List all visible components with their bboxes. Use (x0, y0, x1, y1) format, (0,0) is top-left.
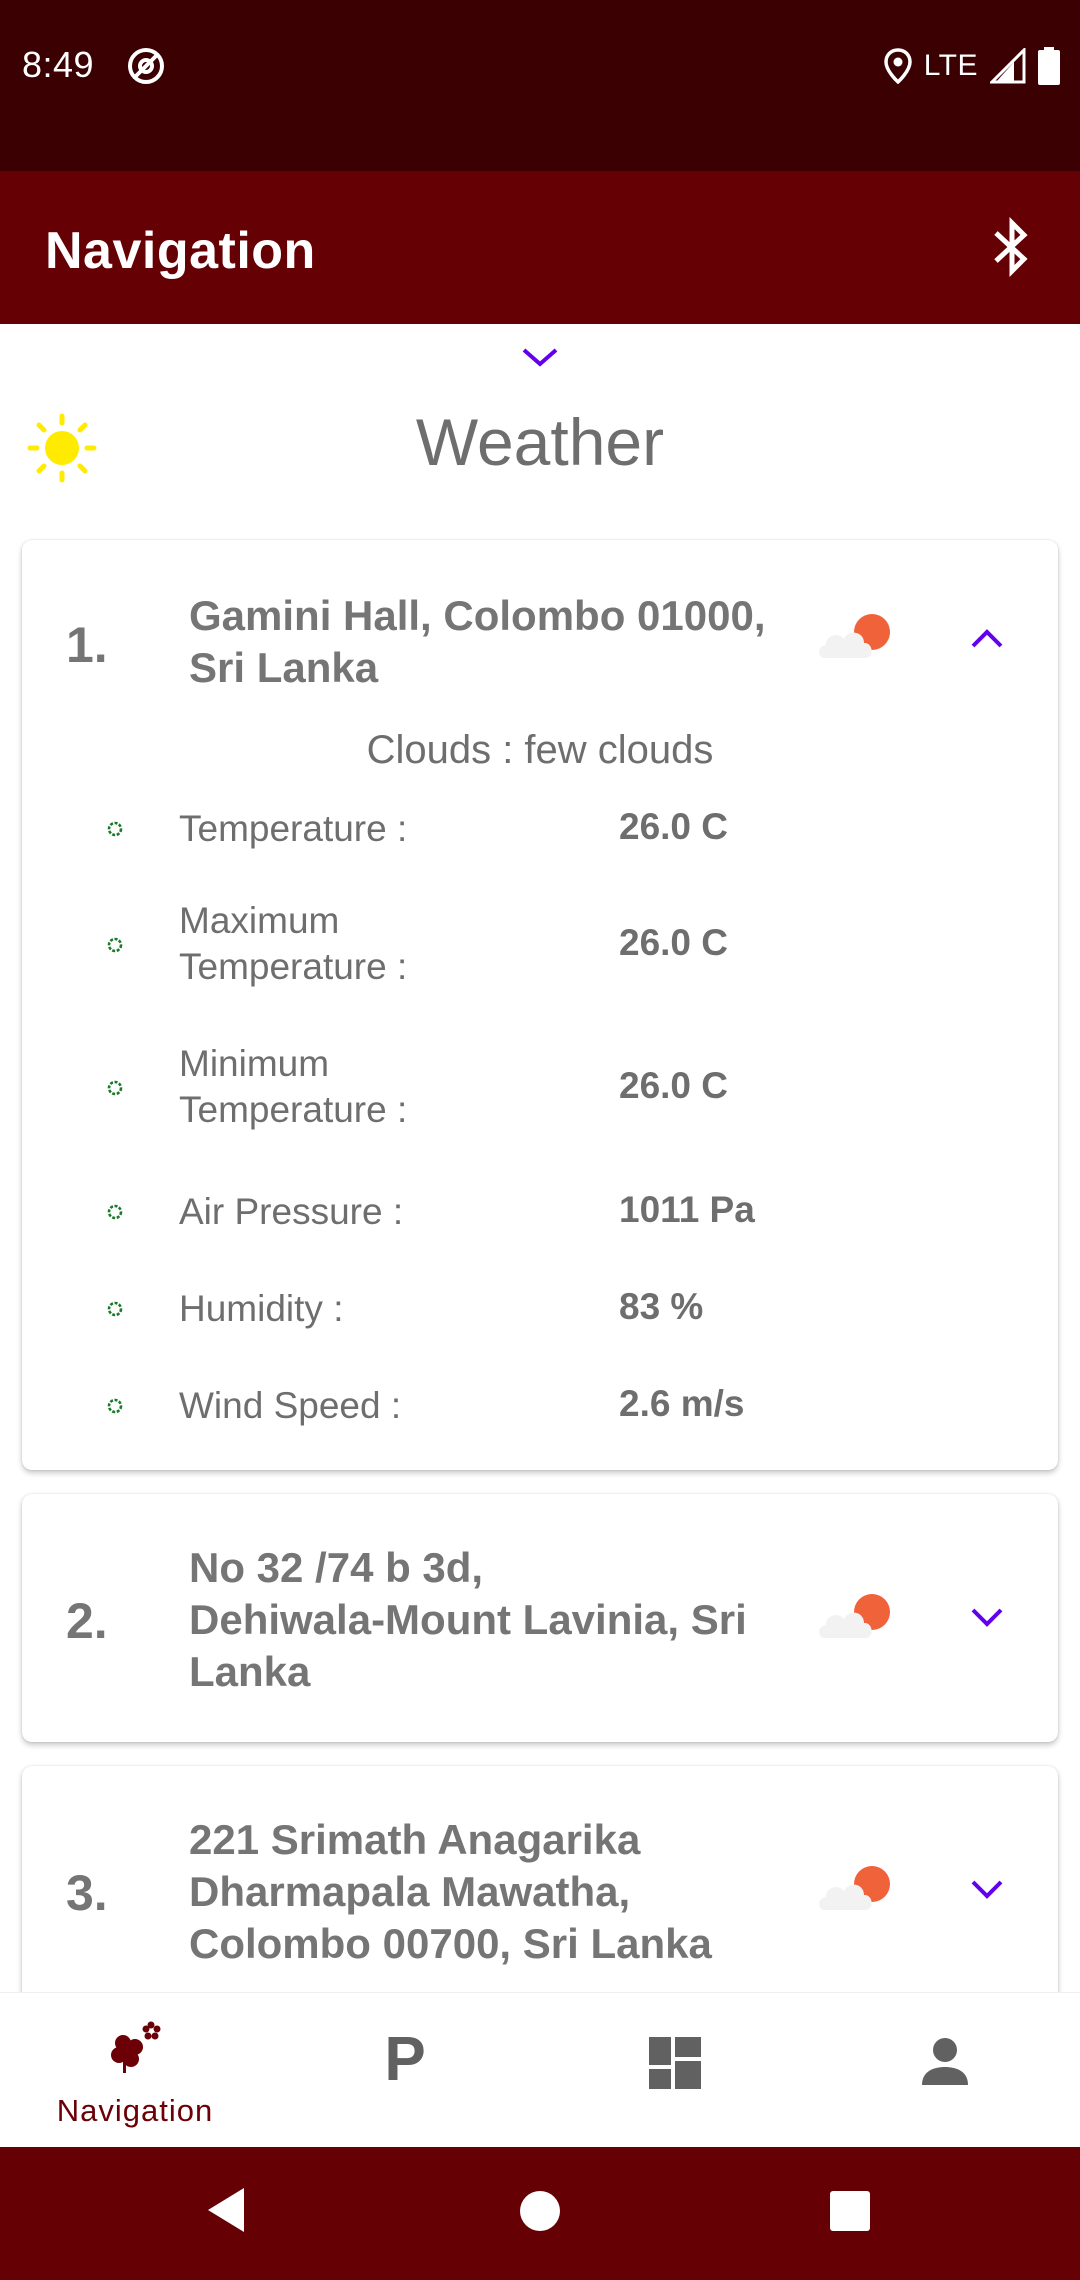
screen: 8:49 LTE Navigation Weather 1. Gamini Ha… (0, 0, 1080, 2280)
detail-label: Maximum Temperature : (179, 900, 408, 987)
address-line: Colombo 00700, Sri Lanka (189, 1920, 712, 1967)
cloud-sun-icon (819, 1594, 890, 1638)
app-bar-title: Navigation (45, 222, 316, 280)
app-bar: Navigation (0, 171, 1080, 324)
location-card-1[interactable]: 1. Gamini Hall, Colombo 01000, Sri Lanka… (22, 540, 1058, 1470)
cloud-sun-icon (819, 1866, 890, 1910)
bullet-icon (107, 1204, 123, 1220)
bullet-icon (107, 937, 123, 953)
bluetooth-icon[interactable] (984, 217, 1040, 277)
bottom-nav-dashboard[interactable] (540, 1993, 810, 2148)
status-icons: LTE (883, 46, 1060, 86)
home-icon[interactable] (518, 2189, 562, 2233)
network-type: LTE (923, 49, 978, 82)
navigation-flower-icon (111, 2021, 161, 2073)
location-address: No 32 /74 b 3d, Dehiwala-Mount Lavinia, … (189, 1542, 789, 1698)
bullet-icon (107, 821, 123, 837)
bottom-nav-label: Navigation (56, 2093, 214, 2128)
address-line: Gamini Hall, Colombo 01000, (189, 592, 766, 639)
detail-row-wind-speed: Wind Speed : 2.6 m/s (22, 1381, 1058, 1431)
address-line: Lanka (189, 1648, 311, 1695)
bullet-icon (107, 1301, 123, 1317)
signal-icon (990, 48, 1026, 84)
detail-value: 2.6 m/s (619, 1383, 745, 1424)
expand-chevron-icon[interactable] (967, 1876, 1007, 1904)
detail-label: Humidity : (179, 1288, 344, 1329)
location-index: 2. (66, 1593, 108, 1649)
detail-value: 26.0 C (619, 806, 729, 847)
collapse-chevron-icon[interactable] (967, 624, 1007, 652)
location-address: 221 Srimath Anagarika Dharmapala Mawatha… (189, 1814, 789, 1970)
location-icon (883, 48, 912, 84)
back-icon[interactable] (204, 2185, 248, 2235)
parking-icon: P (384, 2025, 426, 2094)
collapse-header-chevron-icon[interactable] (518, 342, 562, 372)
detail-row-temperature: Temperature : 26.0 C (22, 804, 1058, 854)
detail-value: 83 % (619, 1286, 704, 1327)
location-index: 3. (66, 1865, 108, 1921)
weather-description: Clouds : few clouds (366, 728, 714, 772)
detail-value: 26.0 C (619, 1065, 729, 1106)
detail-label: Air Pressure : (179, 1191, 404, 1232)
cloud-sun-icon (819, 614, 890, 658)
status-bar: 8:49 LTE (0, 0, 1080, 171)
location-card-3[interactable]: 3. 221 Srimath Anagarika Dharmapala Mawa… (22, 1766, 1058, 1992)
weather-title: Weather (415, 405, 665, 479)
bottom-nav-parking[interactable]: P (270, 1993, 540, 2148)
detail-row-air-pressure: Air Pressure : 1011 Pa (22, 1187, 1058, 1237)
bottom-nav-profile[interactable] (810, 1993, 1080, 2148)
detail-label: Temperature : (179, 808, 408, 849)
detail-label: Wind Speed : (179, 1385, 402, 1426)
status-time: 8:49 (22, 44, 95, 85)
detail-label: Minimum Temperature : (179, 1043, 408, 1130)
location-index: 1. (66, 617, 108, 673)
at-sign-icon (128, 48, 164, 84)
bottom-navigation: Navigation P (0, 1992, 1080, 2147)
location-card-2[interactable]: 2. No 32 /74 b 3d, Dehiwala-Mount Lavini… (22, 1494, 1058, 1742)
battery-icon (1038, 47, 1060, 85)
bullet-icon (107, 1080, 123, 1096)
detail-row-min-temperature: Minimum Temperature : 26.0 C (22, 1039, 1058, 1139)
expand-chevron-icon[interactable] (967, 1604, 1007, 1632)
address-line: Sri Lanka (189, 644, 379, 691)
detail-value: 26.0 C (619, 922, 729, 963)
person-icon (922, 2038, 968, 2085)
detail-row-humidity: Humidity : 83 % (22, 1284, 1058, 1334)
detail-row-max-temperature: Maximum Temperature : 26.0 C (22, 896, 1058, 996)
bottom-nav-navigation[interactable]: Navigation (0, 1993, 270, 2148)
bullet-icon (107, 1398, 123, 1414)
location-address: Gamini Hall, Colombo 01000, Sri Lanka (189, 590, 789, 694)
address-line: Dehiwala-Mount Lavinia, Sri (189, 1596, 747, 1643)
address-line: No 32 /74 b 3d, (189, 1544, 484, 1591)
detail-value: 1011 Pa (619, 1189, 755, 1230)
dashboard-icon (649, 2037, 701, 2089)
recents-icon[interactable] (828, 2189, 872, 2233)
system-navigation-bar (0, 2147, 1080, 2280)
address-line: Dharmapala Mawatha, (189, 1868, 631, 1915)
address-line: 221 Srimath Anagarika (189, 1816, 641, 1863)
weather-content[interactable]: Weather 1. Gamini Hall, Colombo 01000, S… (0, 324, 1080, 1992)
